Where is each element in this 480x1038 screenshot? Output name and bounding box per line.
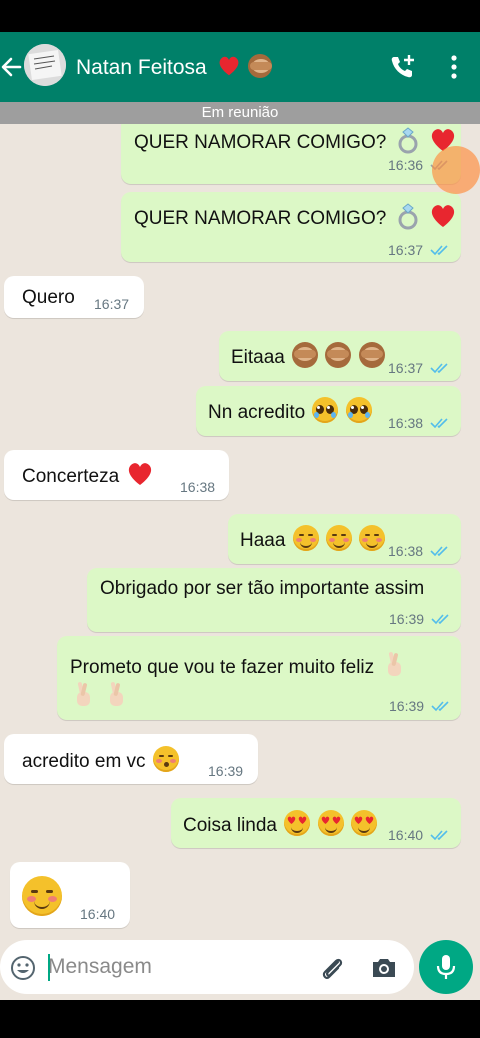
message-incoming[interactable]: 16:40 — [10, 862, 130, 928]
ring-icon — [398, 203, 418, 230]
read-ticks-icon — [430, 363, 448, 374]
read-ticks-icon — [430, 418, 448, 429]
message-text: Coisa linda — [183, 815, 277, 836]
read-ticks-icon — [430, 245, 448, 256]
contact-avatar[interactable] — [24, 44, 66, 86]
contact-name-text: Natan Feitosa — [76, 56, 207, 79]
system-nav-area — [0, 1000, 480, 1038]
kissing-face-icon — [152, 746, 179, 772]
heart-eyes-icon — [284, 810, 311, 836]
message-text: Nn acredito — [208, 402, 306, 423]
add-call-icon[interactable] — [388, 52, 418, 82]
message-outgoing[interactable]: Obrigado por ser tão importante assim 16… — [87, 568, 461, 632]
message-outgoing[interactable]: Nn acredito 16:38 — [196, 386, 461, 436]
heart-icon — [431, 205, 454, 227]
smiling-face-icon — [22, 876, 62, 916]
message-text: acredito em vc — [22, 751, 146, 772]
heart-eyes-icon — [317, 810, 344, 836]
message-incoming[interactable]: Concerteza 16:38 — [4, 450, 229, 500]
message-incoming[interactable]: Quero 16:37 — [4, 276, 144, 318]
message-time: 16:39 — [389, 698, 425, 714]
microphone-icon — [436, 955, 456, 979]
heart-eyes-icon — [350, 810, 377, 836]
heart-icon — [129, 463, 152, 485]
camera-icon[interactable] — [370, 954, 398, 982]
message-text: QUER NAMORAR COMIGO? — [134, 132, 387, 153]
message-time: 16:39 — [208, 763, 244, 779]
message-time: 16:39 — [389, 611, 425, 627]
message-text: Concerteza — [22, 466, 120, 487]
message-text: Prometo que vou te fazer muito feliz — [70, 657, 375, 678]
message-time: 16:40 — [80, 906, 116, 922]
read-ticks-icon — [430, 830, 448, 841]
chat-area[interactable]: QUER NAMORAR COMIGO? 16:36 QUER NAMORAR … — [0, 124, 480, 1000]
see-no-evil-monkey-icon — [358, 342, 385, 368]
smiling-face-icon — [359, 525, 386, 551]
message-outgoing[interactable]: Prometo que vou te fazer muito feliz 16:… — [57, 636, 461, 720]
pleading-face-icon — [312, 397, 339, 423]
crossed-fingers-icon — [388, 652, 402, 676]
message-text: Haaa — [240, 530, 286, 551]
voice-message-button[interactable] — [419, 940, 473, 994]
text-caret — [48, 954, 50, 981]
message-text: Obrigado por ser tão importante assim — [100, 578, 425, 599]
read-ticks-icon — [431, 701, 449, 712]
message-time: 16:37 — [388, 360, 424, 376]
back-arrow-icon[interactable] — [0, 53, 22, 81]
message-time: 16:37 — [388, 242, 424, 258]
crossed-fingers-icon — [110, 682, 124, 706]
message-time: 16:38 — [388, 543, 424, 559]
see-no-evil-monkey-icon — [292, 342, 319, 368]
message-incoming[interactable]: acredito em vc 16:39 — [4, 734, 258, 784]
message-text: Eitaaa — [231, 347, 285, 368]
message-outgoing[interactable]: QUER NAMORAR COMIGO? 16:37 — [121, 192, 461, 262]
heart-icon — [219, 56, 238, 76]
smiling-face-icon — [292, 525, 319, 551]
message-composer[interactable] — [0, 940, 414, 994]
meeting-status-text: Em reunião — [201, 104, 279, 121]
chat-header: Natan Feitosa — [0, 32, 480, 102]
crossed-fingers-icon — [77, 682, 90, 706]
ring-icon — [398, 127, 418, 154]
message-outgoing[interactable]: Coisa linda 16:40 — [171, 798, 461, 848]
see-no-evil-monkey-icon — [248, 54, 273, 78]
message-time: 16:38 — [388, 415, 424, 431]
message-outgoing[interactable]: Haaa 16:38 — [228, 514, 461, 564]
pleading-face-icon — [345, 397, 372, 423]
message-text: Quero — [22, 287, 75, 308]
message-time: 16:38 — [180, 479, 216, 495]
see-no-evil-monkey-icon — [325, 342, 352, 368]
touch-indicator — [432, 146, 480, 194]
contact-name[interactable]: Natan Feitosa — [76, 54, 273, 80]
message-text: QUER NAMORAR COMIGO? — [134, 208, 387, 229]
more-options-icon[interactable] — [444, 52, 464, 82]
message-time: 16:36 — [388, 157, 424, 173]
attachment-icon[interactable] — [318, 954, 346, 982]
message-outgoing[interactable]: QUER NAMORAR COMIGO? 16:36 — [121, 124, 461, 184]
read-ticks-icon — [431, 614, 449, 625]
meeting-status-strip: Em reunião — [0, 102, 480, 124]
message-time: 16:37 — [94, 296, 130, 312]
read-ticks-icon — [430, 546, 448, 557]
smiling-face-icon — [325, 525, 352, 551]
emoji-picker-icon[interactable] — [10, 955, 36, 981]
message-outgoing[interactable]: Eitaaa 16:37 — [219, 331, 461, 381]
message-input[interactable] — [48, 952, 298, 982]
message-time: 16:40 — [388, 827, 424, 843]
